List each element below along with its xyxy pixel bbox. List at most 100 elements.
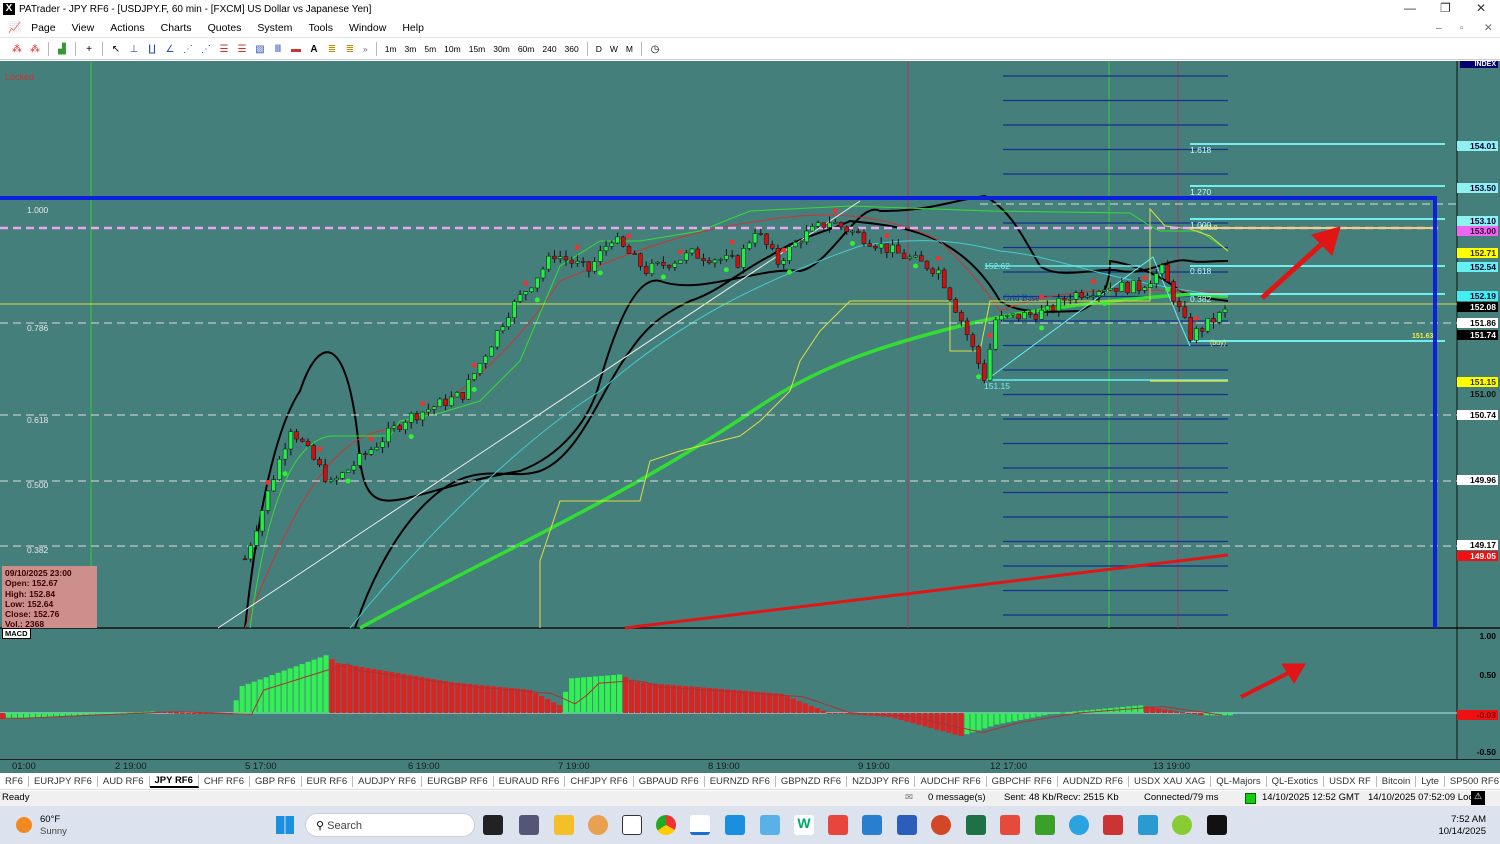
symbol-tab[interactable]: QL-Exotics	[1267, 776, 1325, 787]
tf-30m[interactable]: 30m	[493, 44, 510, 54]
weather-temp[interactable]: 60°F	[40, 814, 60, 825]
notes-icon[interactable]	[725, 815, 745, 835]
app-icon[interactable]	[1103, 815, 1123, 835]
fib-retracement-icon[interactable]: ☰	[216, 42, 232, 56]
chrome-icon[interactable]	[656, 815, 676, 835]
clock-icon[interactable]: ◷	[647, 42, 663, 56]
warning-icon[interactable]: ⚠	[1471, 791, 1485, 805]
telegram-icon[interactable]	[1069, 815, 1089, 835]
symbol-tab[interactable]: EUR RF6	[302, 776, 354, 787]
camtasia-icon[interactable]	[1000, 815, 1020, 835]
tf-15m[interactable]: 15m	[469, 44, 486, 54]
fib-fan-icon[interactable]: ⋰	[198, 42, 214, 56]
channel-icon[interactable]: ≣	[324, 42, 340, 56]
weather-desc[interactable]: Sunny	[40, 826, 67, 837]
mdi-close-button[interactable]: ✕	[1484, 22, 1493, 34]
word-icon[interactable]	[897, 815, 917, 835]
fib-extension-icon[interactable]: ☰	[234, 42, 250, 56]
symbol-tab[interactable]: EURAUD RF6	[494, 776, 566, 787]
task-view-icon[interactable]	[483, 815, 503, 835]
app-w2-icon[interactable]	[1172, 815, 1192, 835]
app-w-icon[interactable]: W	[794, 815, 814, 835]
chart-menu-icon[interactable]: 📈	[8, 21, 21, 34]
menu-system[interactable]: System	[257, 22, 292, 34]
chart-canvas[interactable]	[0, 61, 1500, 759]
close-button[interactable]: ✕	[1476, 1, 1486, 15]
weather-sun-icon[interactable]	[16, 817, 32, 833]
symbol-tab[interactable]: AUDCHF RF6	[915, 776, 987, 787]
vertical-line-icon[interactable]: ∐	[144, 42, 160, 56]
symbol-tab[interactable]: Bitcoin	[1377, 776, 1417, 787]
calculator-icon[interactable]	[519, 815, 539, 835]
app-icon[interactable]	[760, 815, 780, 835]
price-chart[interactable]: Locked INDEX 1.000 0.786 0.618 0.500 0.3…	[0, 61, 1500, 769]
snagit-editor-icon[interactable]	[862, 815, 882, 835]
symbol-tab[interactable]: AUD RF6	[98, 776, 150, 787]
symbol-tab[interactable]: GBP RF6	[250, 776, 302, 787]
pointer-icon[interactable]: ↖	[108, 42, 124, 56]
envelope-icon[interactable]: ✉	[905, 792, 913, 803]
tf-360[interactable]: 360	[565, 44, 579, 54]
indicator-icon[interactable]: ▟	[54, 42, 70, 56]
minimize-button[interactable]: —	[1404, 1, 1416, 15]
symbol-tab[interactable]: NZDJPY RF6	[847, 776, 916, 787]
rectangle-icon[interactable]: ▬	[288, 42, 304, 56]
patrader-icon[interactable]	[690, 815, 710, 835]
tf-10m[interactable]: 10m	[444, 44, 461, 54]
menu-help[interactable]: Help	[402, 22, 424, 34]
symbol-tab[interactable]: EURNZD RF6	[705, 776, 776, 787]
symbol-tab[interactable]: AUDNZD RF6	[1058, 776, 1129, 787]
tf-monthly[interactable]: M	[626, 44, 633, 54]
app-ic-icon[interactable]	[622, 815, 642, 835]
fan-icon[interactable]: ⋰	[180, 42, 196, 56]
file-explorer-icon[interactable]	[554, 815, 574, 835]
clock-date[interactable]: 10/14/2025	[1426, 826, 1486, 837]
tf-daily[interactable]: D	[596, 44, 602, 54]
taskbar-search[interactable]: ⚲ Search	[305, 813, 475, 837]
symbol-tab[interactable]: EURGBP RF6	[422, 776, 494, 787]
symbol-tab[interactable]: QL-Majors	[1211, 776, 1267, 787]
excel-icon[interactable]	[966, 815, 986, 835]
cycles-icon[interactable]: Ⅲ	[270, 42, 286, 56]
symbol-tab[interactable]: CHFJPY RF6	[565, 776, 634, 787]
channel-alt-icon[interactable]: ≣	[342, 42, 358, 56]
symbol-tab[interactable]: SP500 RF6	[1445, 776, 1500, 787]
symbol-tab[interactable]: GBPNZD RF6	[776, 776, 848, 787]
objects-icon[interactable]: ⁂	[9, 42, 25, 56]
menu-page[interactable]: Page	[31, 22, 56, 34]
horizontal-line-icon[interactable]: ⊥	[126, 42, 142, 56]
symbol-tab[interactable]: GBPAUD RF6	[634, 776, 705, 787]
gann-icon[interactable]: ▧	[252, 42, 268, 56]
maximize-button[interactable]: ❐	[1440, 1, 1451, 15]
snagit-icon[interactable]	[828, 815, 848, 835]
text-icon[interactable]: A	[306, 42, 322, 56]
app-icon[interactable]	[588, 815, 608, 835]
mdi-minimize-button[interactable]: –	[1436, 22, 1442, 34]
menu-view[interactable]: View	[72, 22, 95, 34]
symbol-tab[interactable]: EURJPY RF6	[29, 776, 98, 787]
tf-240[interactable]: 240	[542, 44, 556, 54]
tf-5m[interactable]: 5m	[424, 44, 436, 54]
menu-quotes[interactable]: Quotes	[208, 22, 242, 34]
menu-tools[interactable]: Tools	[308, 22, 333, 34]
app-c-icon[interactable]	[1035, 815, 1055, 835]
symbol-tab[interactable]: RF6	[0, 776, 29, 787]
menu-window[interactable]: Window	[349, 22, 386, 34]
crosshair-icon[interactable]: +	[81, 42, 97, 56]
app-smr-icon[interactable]	[1207, 815, 1227, 835]
powerpoint-icon[interactable]	[931, 815, 951, 835]
tf-weekly[interactable]: W	[610, 44, 618, 54]
menu-charts[interactable]: Charts	[161, 22, 192, 34]
mdi-restore-button[interactable]: ▫	[1460, 22, 1464, 34]
tf-1m[interactable]: 1m	[385, 44, 397, 54]
symbol-tab[interactable]: USDX RF	[1324, 776, 1377, 787]
menu-actions[interactable]: Actions	[110, 22, 144, 34]
symbol-tab[interactable]: JPY RF6	[149, 775, 199, 788]
symbol-tab[interactable]: AUDJPY RF6	[353, 776, 423, 787]
objects-alt-icon[interactable]: ⁂	[27, 42, 43, 56]
symbol-tab[interactable]: USDX XAU XAG	[1129, 776, 1212, 787]
tf-60m[interactable]: 60m	[518, 44, 535, 54]
more-tools-button[interactable]: »	[363, 44, 368, 54]
clock-time[interactable]: 7:52 AM	[1446, 814, 1486, 825]
symbol-tab[interactable]: GBPCHF RF6	[987, 776, 1058, 787]
